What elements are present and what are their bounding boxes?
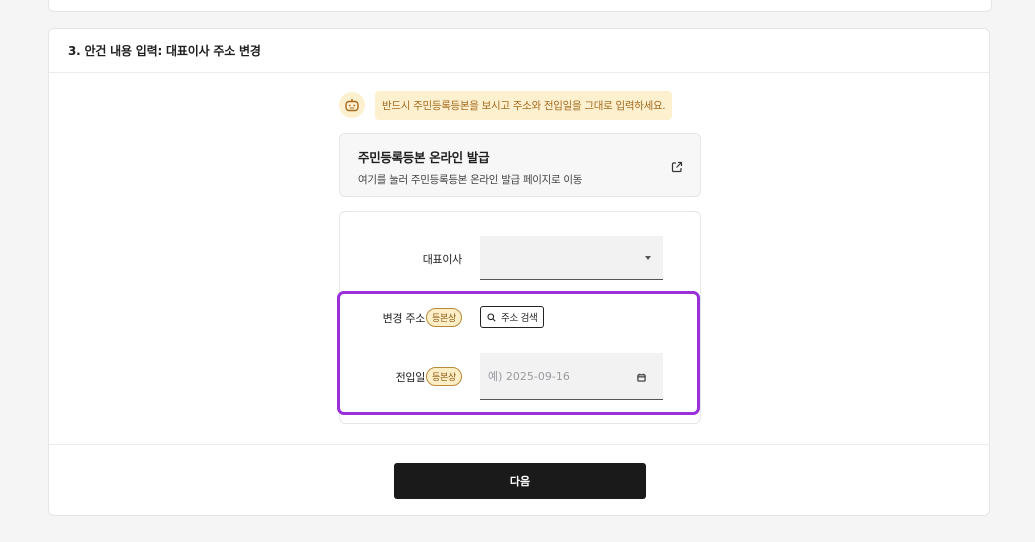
robot-icon <box>339 92 365 118</box>
resident-register-issue-link[interactable]: 주민등록등본 온라인 발급 여기를 눌러 주민등록등본 온라인 발급 페이지로 … <box>339 133 701 197</box>
address-label-row: 변경 주소 등본상 <box>383 308 462 327</box>
address-search-button[interactable]: 주소 검색 <box>480 306 545 328</box>
move-in-label-row: 전입일 등본상 <box>396 367 462 386</box>
issue-card-title: 주민등록등본 온라인 발급 <box>358 150 490 165</box>
section-title: 3. 안건 내용 입력: 대표이사 주소 변경 <box>49 29 989 73</box>
chevron-down-icon <box>645 256 651 260</box>
representative-label: 대표이사 <box>422 253 463 266</box>
calendar-icon[interactable] <box>637 372 646 385</box>
issue-card-subtitle: 여기를 눌러 주민등록등본 온라인 발급 페이지로 이동 <box>358 174 583 186</box>
external-link-icon <box>671 158 683 177</box>
move-in-label: 전입일 <box>395 370 426 384</box>
move-in-date-input[interactable]: 예) 2025-09-16 <box>480 353 663 400</box>
agenda-input-card: 3. 안건 내용 입력: 대표이사 주소 변경 반드시 주민등록등본을 보시고 … <box>48 28 990 516</box>
notice-text: 반드시 주민등록등본을 보시고 주소와 전입일을 그대로 입력하세요. <box>375 90 673 120</box>
footer-divider <box>49 444 989 445</box>
address-badge: 등본상 <box>426 308 462 327</box>
move-in-badge: 등본상 <box>426 367 462 386</box>
previous-section-card <box>48 0 992 12</box>
address-form: 대표이사 변경 주소 등본상 주소 검색 전입일 등본상 예) 2025-09-… <box>339 211 701 424</box>
representative-select[interactable] <box>480 236 663 280</box>
next-button[interactable]: 다음 <box>394 463 646 499</box>
content-area: 반드시 주민등록등본을 보시고 주소와 전입일을 그대로 입력하세요. 주민등록… <box>339 89 701 424</box>
address-search-label: 주소 검색 <box>501 313 538 324</box>
move-in-placeholder: 예) 2025-09-16 <box>488 370 570 383</box>
search-icon <box>487 312 496 322</box>
notice: 반드시 주민등록등본을 보시고 주소와 전입일을 그대로 입력하세요. <box>339 89 701 121</box>
address-label: 변경 주소 <box>382 311 426 325</box>
